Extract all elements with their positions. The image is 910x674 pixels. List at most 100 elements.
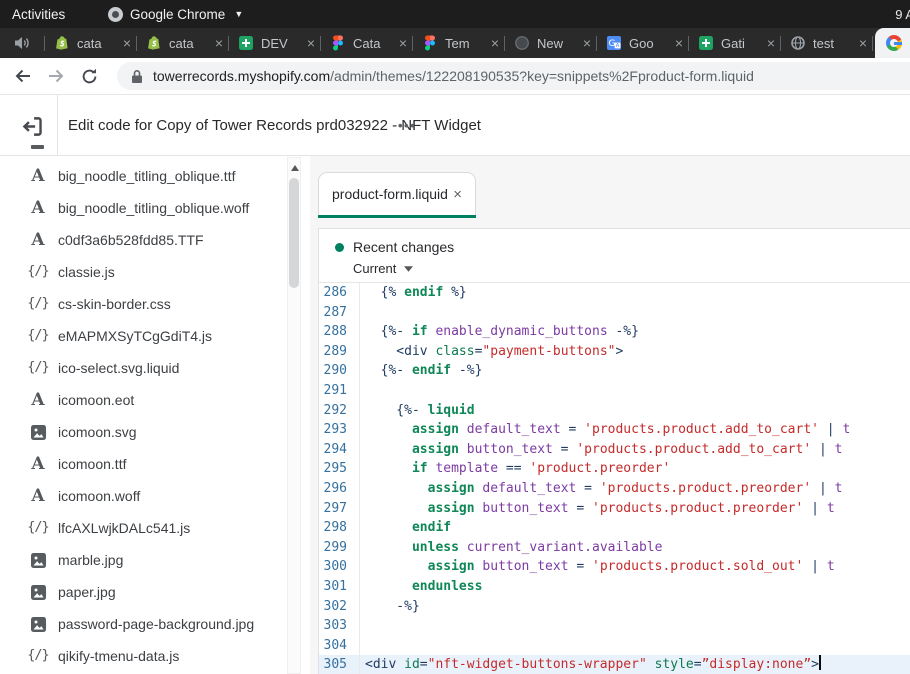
code-content[interactable]: 286 {% endif %}287288 {%- if enable_dyna… bbox=[319, 282, 910, 674]
image-file-icon bbox=[27, 585, 49, 600]
line-number: 287 bbox=[319, 303, 359, 323]
tab-title: Gati bbox=[721, 36, 764, 51]
file-name: big_noodle_titling_oblique.ttf bbox=[58, 168, 235, 184]
file-item[interactable]: {/}lfcAXLwjkDALc541.js bbox=[0, 512, 310, 544]
line-number: 288 bbox=[319, 322, 359, 342]
file-item[interactable]: Abig_noodle_titling_oblique.woff bbox=[0, 192, 310, 224]
admin-page-header: Edit code for Copy of Tower Records prd0… bbox=[0, 95, 910, 156]
browser-tab-goo[interactable]: GAGoo× bbox=[597, 28, 688, 58]
page-body: Abig_noodle_titling_oblique.ttfAbig_nood… bbox=[0, 156, 910, 674]
line-content: {% endif %} bbox=[359, 283, 910, 303]
file-name: eMAPMXSyTCgGdiT4.js bbox=[58, 328, 212, 344]
tab-close-icon[interactable]: × bbox=[307, 35, 315, 51]
code-line-298: 298 endif bbox=[319, 518, 910, 538]
tab-close-icon[interactable]: × bbox=[491, 35, 499, 51]
activities-button[interactable]: Activities bbox=[12, 7, 65, 22]
line-content: assign button_text = 'products.product.s… bbox=[359, 557, 910, 577]
line-number: 292 bbox=[319, 401, 359, 421]
file-item[interactable]: Aicomoon.ttf bbox=[0, 448, 310, 480]
tab-audio-speaker-icon[interactable] bbox=[0, 36, 44, 50]
sheets-icon bbox=[238, 35, 254, 51]
scroll-up-arrow-icon[interactable] bbox=[291, 165, 299, 171]
line-number: 302 bbox=[319, 597, 359, 617]
line-content bbox=[359, 303, 910, 323]
back-button[interactable] bbox=[10, 63, 36, 89]
url-address-bar[interactable]: towerrecords.myshopify.com/admin/themes/… bbox=[117, 62, 910, 90]
active-browser-tab[interactable] bbox=[875, 28, 910, 58]
file-name: paper.jpg bbox=[58, 584, 116, 600]
system-top-bar: Activities Google Chrome ▼ 9 A bbox=[0, 0, 910, 28]
tab-close-icon[interactable]: × bbox=[215, 35, 223, 51]
line-content: endunless bbox=[359, 577, 910, 597]
tab-title: DEV bbox=[261, 36, 304, 51]
file-item[interactable]: Aicomoon.eot bbox=[0, 384, 310, 416]
app-menu[interactable]: Google Chrome ▼ bbox=[108, 7, 243, 22]
file-item[interactable]: {/}classie.js bbox=[0, 256, 310, 288]
tab-close-icon[interactable]: × bbox=[767, 35, 775, 51]
forward-button[interactable] bbox=[43, 63, 69, 89]
editor-file-tab[interactable]: product-form.liquid × bbox=[318, 172, 476, 215]
line-number: 289 bbox=[319, 342, 359, 362]
file-item[interactable]: Aicomoon.woff bbox=[0, 480, 310, 512]
file-item[interactable]: password-page-background.jpg bbox=[0, 608, 310, 640]
text-cursor bbox=[819, 655, 821, 670]
file-item[interactable]: icomoon.svg bbox=[0, 416, 310, 448]
file-item[interactable]: {/}eMAPMXSyTCgGdiT4.js bbox=[0, 320, 310, 352]
line-content: {%- liquid bbox=[359, 401, 910, 421]
screen: Activities Google Chrome ▼ 9 A cata×cata… bbox=[0, 0, 910, 674]
translate-icon: GA bbox=[606, 35, 622, 51]
tab-close-icon[interactable]: × bbox=[123, 35, 131, 51]
more-actions-button[interactable]: ••• bbox=[398, 95, 416, 155]
scrollbar-thumb[interactable] bbox=[289, 178, 299, 288]
code-line-296: 296 assign default_text = 'products.prod… bbox=[319, 479, 910, 499]
line-number: 294 bbox=[319, 440, 359, 460]
tab-close-icon[interactable]: × bbox=[399, 35, 407, 51]
code-line-305: 305<div id="nft-widget-buttons-wrapper" … bbox=[319, 655, 910, 674]
code-line-295: 295 if template == 'product.preorder' bbox=[319, 459, 910, 479]
font-file-icon: A bbox=[27, 232, 49, 249]
browser-tab-tem[interactable]: Tem× bbox=[413, 28, 504, 58]
file-item[interactable]: Abig_noodle_titling_oblique.ttf bbox=[0, 160, 310, 192]
tab-close-icon[interactable]: × bbox=[583, 35, 591, 51]
browser-tab-test[interactable]: test× bbox=[781, 28, 872, 58]
line-number: 286 bbox=[319, 283, 359, 303]
tab-close-icon[interactable]: × bbox=[675, 35, 683, 51]
browser-tab-cata[interactable]: cata× bbox=[137, 28, 228, 58]
file-name: big_noodle_titling_oblique.woff bbox=[58, 200, 249, 216]
tab-title: cata bbox=[77, 36, 120, 51]
browser-tab-new[interactable]: New× bbox=[505, 28, 596, 58]
code-editor-area: product-form.liquid × Recent changes Cur… bbox=[310, 156, 910, 674]
editor-tab-close-icon[interactable]: × bbox=[453, 186, 462, 203]
line-number: 300 bbox=[319, 557, 359, 577]
file-item[interactable]: paper.jpg bbox=[0, 576, 310, 608]
line-number: 296 bbox=[319, 479, 359, 499]
browser-tab-cata[interactable]: cata× bbox=[45, 28, 136, 58]
figma-icon bbox=[422, 35, 438, 51]
code-line-291: 291 bbox=[319, 381, 910, 401]
file-item[interactable]: {/}qikify-tmenu-data.js bbox=[0, 640, 310, 672]
line-content: assign default_text = 'products.product.… bbox=[359, 420, 910, 440]
file-item[interactable]: {/}ico-select.svg.liquid bbox=[0, 352, 310, 384]
url-domain: towerrecords.myshopify.com bbox=[153, 68, 330, 84]
tab-title: test bbox=[813, 36, 856, 51]
font-file-icon: A bbox=[27, 392, 49, 409]
recent-changes-section: Recent changes Current bbox=[319, 229, 910, 282]
tab-close-icon[interactable]: × bbox=[859, 35, 867, 51]
code-line-302: 302 -%} bbox=[319, 597, 910, 617]
sheets-icon bbox=[698, 35, 714, 51]
sidebar-scrollbar[interactable] bbox=[287, 157, 301, 674]
version-dropdown[interactable]: Current bbox=[353, 261, 910, 276]
browser-tab-dev[interactable]: DEV× bbox=[229, 28, 320, 58]
exit-code-editor-button[interactable] bbox=[18, 112, 46, 140]
browser-tab-gati[interactable]: Gati× bbox=[689, 28, 780, 58]
code-line-301: 301 endunless bbox=[319, 577, 910, 597]
file-name: cs-skin-border.css bbox=[58, 296, 171, 312]
header-divider bbox=[57, 95, 58, 155]
file-item[interactable]: {/}cs-skin-border.css bbox=[0, 288, 310, 320]
svg-text:A: A bbox=[616, 43, 620, 49]
font-file-icon: A bbox=[27, 200, 49, 217]
file-item[interactable]: marble.jpg bbox=[0, 544, 310, 576]
file-item[interactable]: Ac0df3a6b528fdd85.TTF bbox=[0, 224, 310, 256]
reload-button[interactable] bbox=[76, 63, 102, 89]
browser-tab-cata[interactable]: Cata× bbox=[321, 28, 412, 58]
